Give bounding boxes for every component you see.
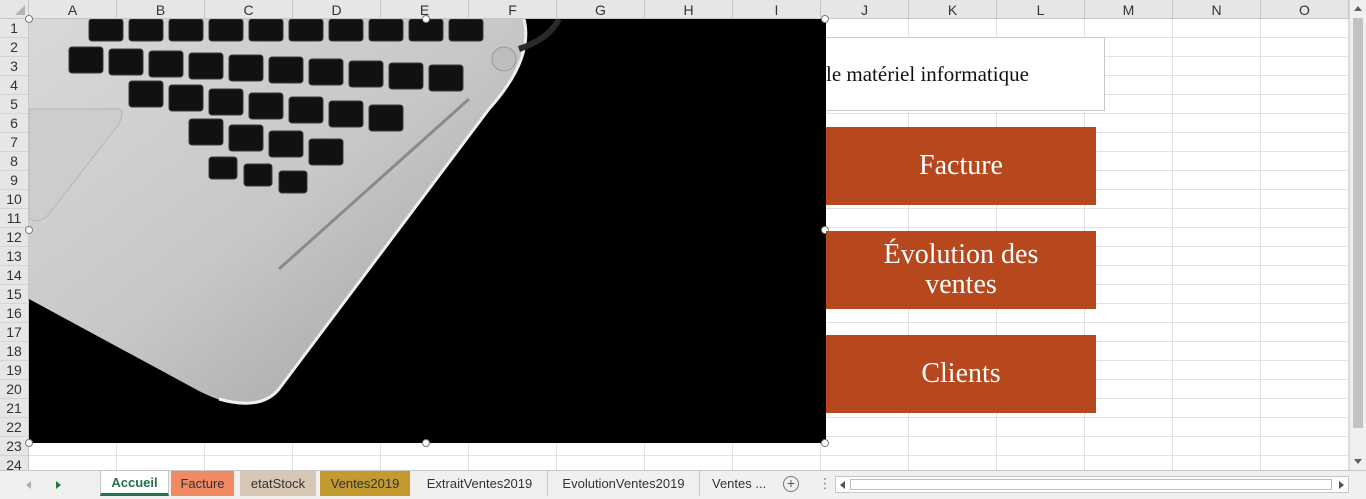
- tab-label: etatStock: [250, 476, 306, 491]
- facture-button[interactable]: Facture: [826, 127, 1096, 205]
- resize-handle-w[interactable]: [25, 226, 33, 234]
- clients-button-label: Clients: [921, 358, 1001, 389]
- row-header[interactable]: 12: [0, 228, 28, 247]
- row-header[interactable]: 5: [0, 95, 28, 114]
- next-sheet-icon[interactable]: [56, 481, 61, 489]
- row-header[interactable]: 20: [0, 380, 28, 399]
- title-textbox[interactable]: le matériel informatique: [826, 37, 1105, 111]
- resize-handle-nw[interactable]: [25, 15, 33, 23]
- resize-handle-n[interactable]: [422, 15, 430, 23]
- column-header[interactable]: C: [205, 0, 293, 19]
- row-header[interactable]: 6: [0, 114, 28, 133]
- column-header[interactable]: L: [997, 0, 1085, 19]
- resize-handle-sw[interactable]: [25, 439, 33, 447]
- row-header[interactable]: 23: [0, 437, 28, 456]
- tab-label: Ventes2019: [330, 476, 400, 491]
- row-header[interactable]: 3: [0, 57, 28, 76]
- evolution-ventes-button[interactable]: Évolution des ventes: [826, 231, 1096, 309]
- tab-accueil[interactable]: Accueil: [100, 471, 169, 496]
- column-header[interactable]: D: [293, 0, 381, 19]
- tab-ventes2019[interactable]: Ventes2019: [320, 471, 410, 496]
- column-headers: ABCDEFGHIJKLMNO: [29, 0, 1349, 19]
- column-header[interactable]: M: [1085, 0, 1173, 19]
- column-header[interactable]: O: [1261, 0, 1349, 19]
- row-header[interactable]: 17: [0, 323, 28, 342]
- column-header[interactable]: G: [557, 0, 645, 19]
- row-header[interactable]: 19: [0, 361, 28, 380]
- row-header[interactable]: 16: [0, 304, 28, 323]
- tab-etatstock[interactable]: etatStock: [240, 471, 316, 496]
- clients-button[interactable]: Clients: [826, 335, 1096, 413]
- row-header[interactable]: 8: [0, 152, 28, 171]
- vertical-scrollbar[interactable]: [1349, 0, 1366, 470]
- tab-evolutionventes2019[interactable]: EvolutionVentes2019: [548, 471, 700, 496]
- vertical-scroll-thumb[interactable]: [1353, 18, 1363, 428]
- laptop-picture[interactable]: [29, 19, 826, 443]
- column-header[interactable]: B: [117, 0, 205, 19]
- scroll-down-icon[interactable]: [1354, 459, 1362, 464]
- add-sheet-icon[interactable]: +: [783, 476, 799, 492]
- tab-label: Accueil: [111, 474, 158, 490]
- row-header[interactable]: 21: [0, 399, 28, 418]
- tab-extraitventes2019[interactable]: ExtraitVentes2019: [412, 471, 548, 496]
- facture-button-label: Facture: [919, 150, 1003, 181]
- row-header[interactable]: 15: [0, 285, 28, 304]
- tab-facture[interactable]: Facture: [171, 471, 234, 496]
- tab-label: Facture: [180, 476, 225, 491]
- tab-ventes-more[interactable]: Ventes ...: [702, 471, 774, 496]
- row-header[interactable]: 24: [0, 456, 28, 470]
- title-text: le matériel informatique: [826, 61, 1029, 86]
- row-header[interactable]: 22: [0, 418, 28, 437]
- row-header[interactable]: 9: [0, 171, 28, 190]
- row-header[interactable]: 14: [0, 266, 28, 285]
- more-options-icon[interactable]: ⋮: [818, 475, 832, 492]
- scroll-right-icon[interactable]: [1339, 481, 1344, 489]
- row-headers: 1 2 3 4 5 6 7 8 9 10 11 12 13 14 15 16 17 18 19 20 21 22 23 24: [0, 19, 29, 470]
- row-header[interactable]: 13: [0, 247, 28, 266]
- row-header[interactable]: 1: [0, 19, 28, 38]
- tab-label: ExtraitVentes2019: [426, 476, 533, 491]
- column-header[interactable]: I: [733, 0, 821, 19]
- row-header[interactable]: 18: [0, 342, 28, 361]
- horizontal-scroll-thumb[interactable]: [850, 479, 1332, 490]
- row-header[interactable]: 4: [0, 76, 28, 95]
- laptop-image: [29, 19, 562, 405]
- resize-handle-se[interactable]: [821, 439, 829, 447]
- row-header[interactable]: 10: [0, 190, 28, 209]
- column-header[interactable]: N: [1173, 0, 1261, 19]
- column-header[interactable]: K: [909, 0, 997, 19]
- scroll-up-icon[interactable]: [1354, 6, 1362, 11]
- row-header[interactable]: 11: [0, 209, 28, 228]
- tab-label: Ventes ...: [712, 476, 767, 491]
- row-header[interactable]: 7: [0, 133, 28, 152]
- column-header[interactable]: H: [645, 0, 733, 19]
- prev-sheet-icon[interactable]: [26, 481, 31, 489]
- evolution-button-label: Évolution des ventes: [883, 239, 1039, 300]
- spreadsheet-grid[interactable]: ABCDEFGHIJKLMNO 1 2 3 4 5 6 7 8 9 10 11 12 13 14 15 16 1…: [0, 0, 1349, 470]
- column-header[interactable]: J: [821, 0, 909, 19]
- column-header[interactable]: F: [469, 0, 557, 19]
- tab-label: EvolutionVentes2019: [562, 476, 685, 491]
- scroll-left-icon[interactable]: [840, 481, 845, 489]
- resize-handle-s[interactable]: [422, 439, 430, 447]
- horizontal-scrollbar[interactable]: [835, 476, 1349, 493]
- row-header[interactable]: 2: [0, 38, 28, 57]
- resize-handle-ne[interactable]: [821, 15, 829, 23]
- sheet-tab-bar: Accueil Facture etatStock Ventes2019 Ext…: [0, 470, 1366, 499]
- column-header[interactable]: A: [29, 0, 117, 19]
